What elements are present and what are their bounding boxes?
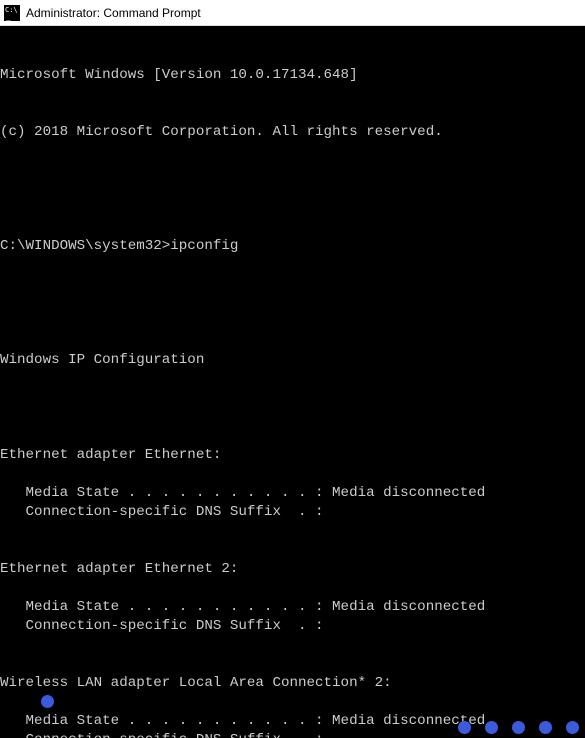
blank-line [0, 541, 585, 560]
adapter-detail-line: Connection-specific DNS Suffix . : [0, 617, 585, 636]
dot-icon [539, 721, 552, 734]
banner-copyright: (c) 2018 Microsoft Corporation. All righ… [0, 123, 585, 142]
blank-line [0, 427, 585, 446]
ipconfig-heading: Windows IP Configuration [0, 351, 585, 370]
dot-icon [41, 695, 54, 708]
decorative-dot-left [7, 676, 54, 734]
prompt-line: C:\WINDOWS\system32>ipconfig [0, 237, 585, 256]
adapter-detail-line: Media State . . . . . . . . . . . : Medi… [0, 598, 585, 617]
blank-line [0, 294, 585, 313]
dot-icon [458, 721, 471, 734]
blank-line [0, 522, 585, 541]
blank-line [0, 408, 585, 427]
banner-version: Microsoft Windows [Version 10.0.17134.64… [0, 66, 585, 85]
blank-line [0, 465, 585, 484]
blank-line [0, 579, 585, 598]
window-titlebar[interactable]: Administrator: Command Prompt [0, 0, 585, 26]
blank-line [0, 655, 585, 674]
adapter-detail-line: Media State . . . . . . . . . . . : Medi… [0, 484, 585, 503]
blank-line [0, 636, 585, 655]
adapter-detail-line: Connection-specific DNS Suffix . : [0, 503, 585, 522]
blank-line [0, 180, 585, 199]
dot-icon [512, 721, 525, 734]
window-title: Administrator: Command Prompt [26, 6, 201, 20]
decorative-dots-right [458, 721, 579, 734]
dot-icon [485, 721, 498, 734]
adapter-header: Ethernet adapter Ethernet: [0, 446, 585, 465]
blank-line [0, 693, 585, 712]
adapter-header: Wireless LAN adapter Local Area Connecti… [0, 674, 585, 693]
cmd-icon [4, 5, 20, 21]
terminal-area[interactable]: Microsoft Windows [Version 10.0.17134.64… [0, 26, 585, 738]
adapter-header: Ethernet adapter Ethernet 2: [0, 560, 585, 579]
dot-icon [566, 721, 579, 734]
